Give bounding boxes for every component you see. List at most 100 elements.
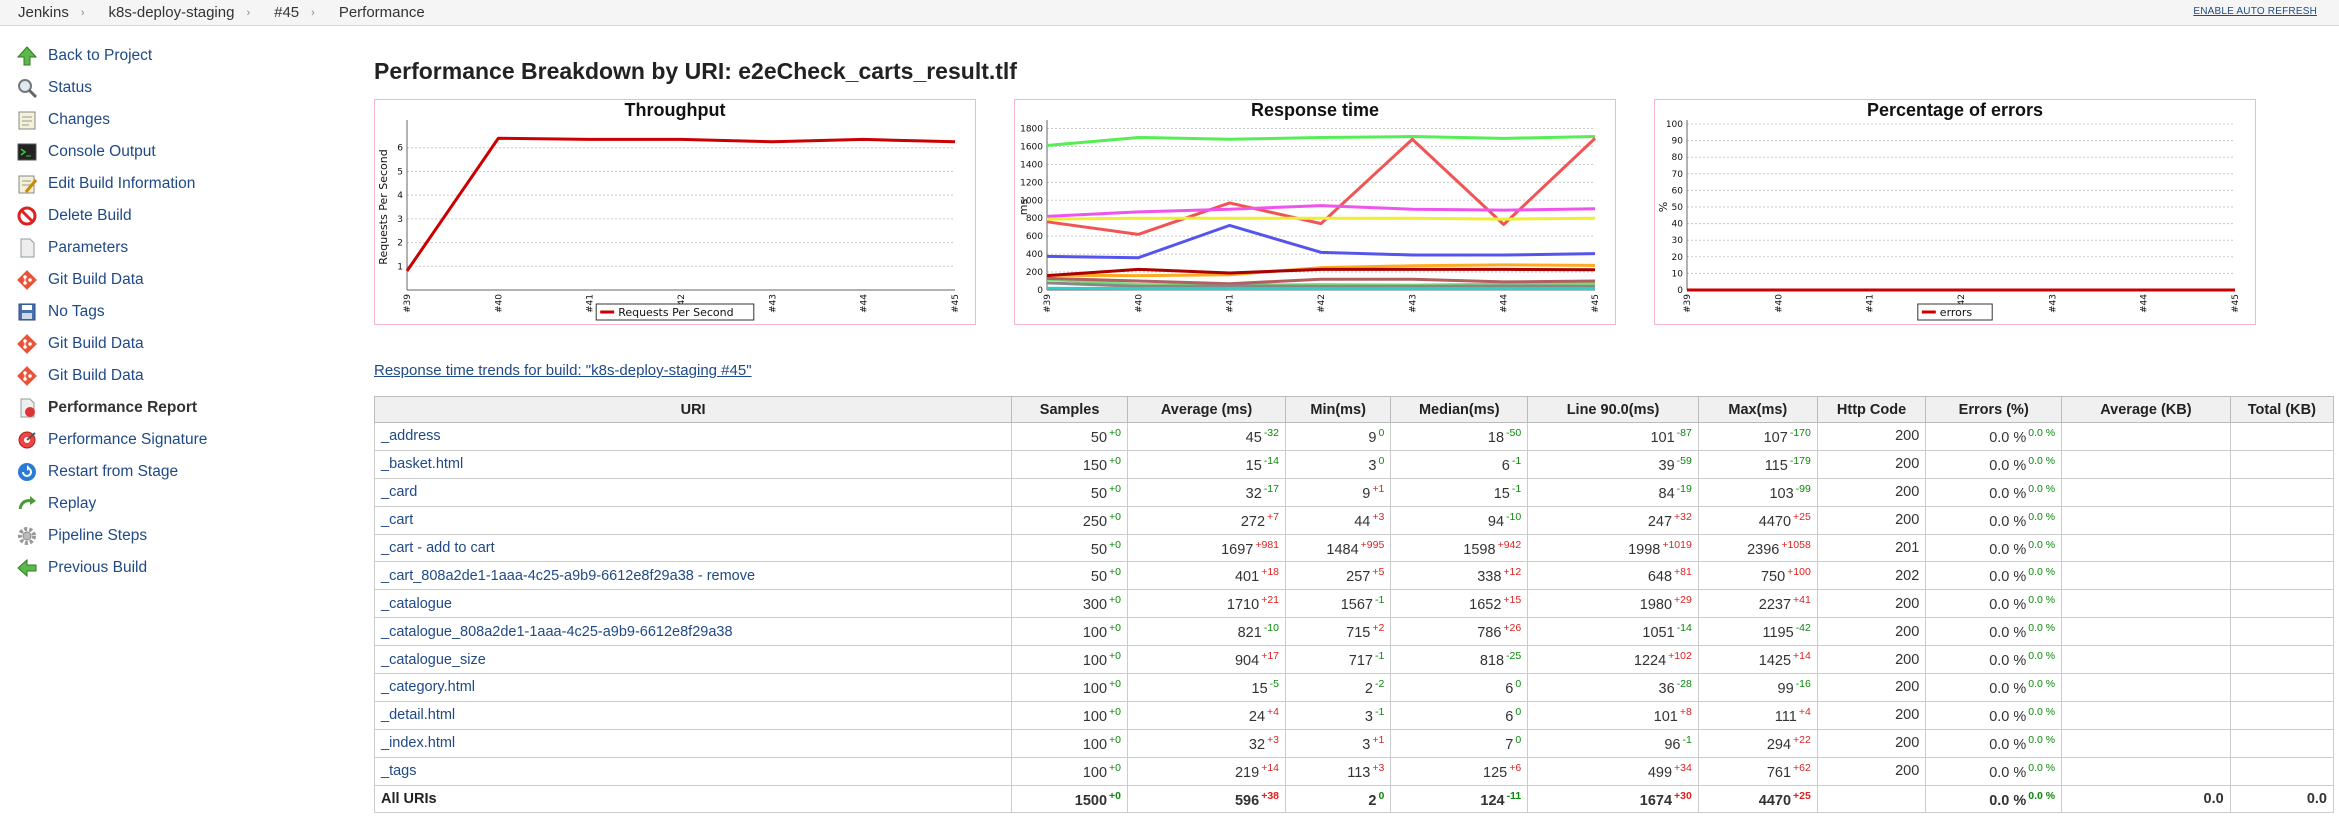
sidebar-item-status[interactable]: Status xyxy=(0,72,360,104)
sidebar-item-parameters[interactable]: Parameters xyxy=(0,232,360,264)
line90-cell: 648 +81 xyxy=(1527,561,1699,591)
http-code-cell: 200 xyxy=(1816,589,1927,619)
column-header[interactable]: Errors (%) xyxy=(1925,396,2063,423)
uri-cell[interactable]: _address xyxy=(373,422,1013,451)
median-cell-delta: 0 xyxy=(1515,733,1522,746)
response-time-trends-link[interactable]: Response time trends for build: "k8s-dep… xyxy=(374,362,752,379)
max-cell-delta: -42 xyxy=(1795,622,1811,635)
line90-cell-value: 36 xyxy=(1658,680,1675,697)
restart-icon xyxy=(16,461,38,483)
uri-cell[interactable]: _catalogue_size xyxy=(373,645,1013,675)
samples-cell-value: 1500 xyxy=(1074,792,1108,809)
line90-cell: 1051 -14 xyxy=(1527,617,1699,647)
max-cell-value: 4470 xyxy=(1758,792,1792,809)
errors-cell: 0.0 % 0.0 % xyxy=(1925,617,2063,647)
column-header[interactable]: Http Code xyxy=(1816,396,1927,423)
uri-cell[interactable]: _tags xyxy=(373,756,1013,786)
uri-cell[interactable]: _cart_808a2de1-1aaa-4c25-a9b9-6612e8f29a… xyxy=(373,561,1013,591)
column-header[interactable]: Line 90.0(ms) xyxy=(1527,396,1699,423)
uri-cell[interactable]: _category.html xyxy=(373,673,1013,702)
sidebar-item-no-tags[interactable]: No Tags xyxy=(0,296,360,328)
column-header[interactable]: URI xyxy=(373,396,1013,423)
uri-cell[interactable]: _basket.html xyxy=(373,449,1013,479)
max-cell-value: 111 xyxy=(1774,708,1797,725)
no-entry-icon xyxy=(16,205,38,227)
uri-cell[interactable]: _detail.html xyxy=(373,700,1013,730)
uri-cell[interactable]: _card xyxy=(373,477,1013,507)
column-header[interactable]: Samples xyxy=(1011,396,1129,423)
total-kb-cell xyxy=(2229,673,2335,702)
max-cell: 750 +100 xyxy=(1697,561,1818,591)
average-cell-value: 15 xyxy=(1245,457,1262,474)
max-cell: 1425 +14 xyxy=(1697,645,1818,675)
samples-cell-value: 50 xyxy=(1090,569,1108,586)
total-kb-cell xyxy=(2229,589,2335,619)
gear-icon xyxy=(16,525,38,547)
min-cell-delta: -1 xyxy=(1374,650,1385,663)
series-line xyxy=(405,136,956,272)
breadcrumb-build[interactable]: #45 xyxy=(256,4,305,21)
samples-cell: 300 +0 xyxy=(1011,589,1129,619)
sidebar-item-console-output[interactable]: Console Output xyxy=(0,136,360,168)
http-code-cell xyxy=(1816,784,1927,814)
min-cell: 30 xyxy=(1284,449,1392,479)
samples-cell-delta: +0 xyxy=(1109,650,1122,663)
line90-cell-value: 1224 xyxy=(1633,653,1667,670)
sidebar-item-back-to-project[interactable]: Back to Project xyxy=(0,40,360,72)
errors-cell: 0.0 % 0.0 % xyxy=(1925,756,2063,786)
sidebar-item-git-build-data[interactable]: Git Build Data xyxy=(0,360,360,392)
uri-cell[interactable]: _index.html xyxy=(373,728,1013,758)
max-cell-value: 2396 xyxy=(1747,541,1780,558)
column-header[interactable]: Average (ms) xyxy=(1127,396,1286,423)
sidebar-item-git-build-data[interactable]: Git Build Data xyxy=(0,264,360,296)
breadcrumb-jenkins[interactable]: Jenkins xyxy=(0,4,75,21)
median-cell-delta: -1 xyxy=(1511,482,1522,495)
column-header[interactable]: Median(ms) xyxy=(1390,396,1529,423)
column-header[interactable]: Total (KB) xyxy=(2229,396,2335,423)
breadcrumb-performance[interactable]: Performance xyxy=(321,4,431,21)
min-cell-value: 3 xyxy=(1368,457,1377,474)
sidebar-item-delete-build[interactable]: Delete Build xyxy=(0,200,360,232)
sidebar-item-changes[interactable]: Changes xyxy=(0,104,360,136)
x-tick-label: #43 xyxy=(2048,294,2058,313)
samples-cell-value: 100 xyxy=(1082,625,1108,642)
total-kb-cell xyxy=(2229,728,2335,758)
average-kb-cell xyxy=(2061,533,2231,563)
errors-cell: 0.0 % 0.0 % xyxy=(1925,700,2063,730)
uri-cell[interactable]: _catalogue xyxy=(373,589,1013,619)
samples-cell-delta: +0 xyxy=(1109,705,1122,718)
enable-auto-refresh-link[interactable]: ENABLE AUTO REFRESH xyxy=(2193,6,2317,17)
max-cell-delta: +25 xyxy=(1793,510,1811,523)
uri-cell[interactable]: _cart xyxy=(373,505,1013,535)
column-header[interactable]: Max(ms) xyxy=(1697,396,1818,423)
line90-cell-value: 101 xyxy=(1650,429,1675,446)
median-cell-value: 818 xyxy=(1479,653,1505,670)
sidebar-item-replay[interactable]: Replay xyxy=(0,488,360,520)
max-cell-value: 115 xyxy=(1764,457,1788,474)
sidebar-item-performance-signature[interactable]: Performance Signature xyxy=(0,424,360,456)
sidebar-item-pipeline-steps[interactable]: Pipeline Steps xyxy=(0,520,360,552)
min-cell-value: 9 xyxy=(1362,485,1371,502)
max-cell-value: 107 xyxy=(1763,429,1788,446)
sidebar-item-performance-report[interactable]: Performance Report xyxy=(0,392,360,424)
uri-cell[interactable]: _cart - add to cart xyxy=(373,533,1013,563)
sidebar-item-git-build-data[interactable]: Git Build Data xyxy=(0,328,360,360)
table-row: _index.html 100 +0 32 +3 3 +1 7 0 96 -1 294 +22 200 0.… xyxy=(373,728,2335,758)
average-cell-delta: +4 xyxy=(1267,705,1279,718)
sidebar-item-previous-build[interactable]: Previous Build xyxy=(0,552,360,584)
sidebar-item-edit-build-information[interactable]: Edit Build Information xyxy=(0,168,360,200)
median-cell: 125 +6 xyxy=(1390,756,1529,786)
max-cell: 99 -16 xyxy=(1697,673,1818,702)
breadcrumb-job[interactable]: k8s-deploy-staging xyxy=(91,4,241,21)
column-header[interactable]: Average (KB) xyxy=(2061,396,2231,423)
column-header[interactable]: Min(ms) xyxy=(1284,396,1392,423)
uri-cell[interactable]: _catalogue_808a2de1-1aaa-4c25-a9b9-6612e… xyxy=(373,617,1013,647)
min-cell-value: 1484 xyxy=(1326,541,1359,558)
x-tick-label: #39 xyxy=(1683,294,1693,313)
sidebar-item-restart-from-stage[interactable]: Restart from Stage xyxy=(0,456,360,488)
y-tick-label: 100 xyxy=(1666,120,1683,130)
y-tick-label: 2 xyxy=(397,239,403,249)
max-cell-delta: -179 xyxy=(1789,454,1811,467)
samples-cell-value: 50 xyxy=(1090,541,1108,558)
min-cell: 717 -1 xyxy=(1284,645,1392,675)
